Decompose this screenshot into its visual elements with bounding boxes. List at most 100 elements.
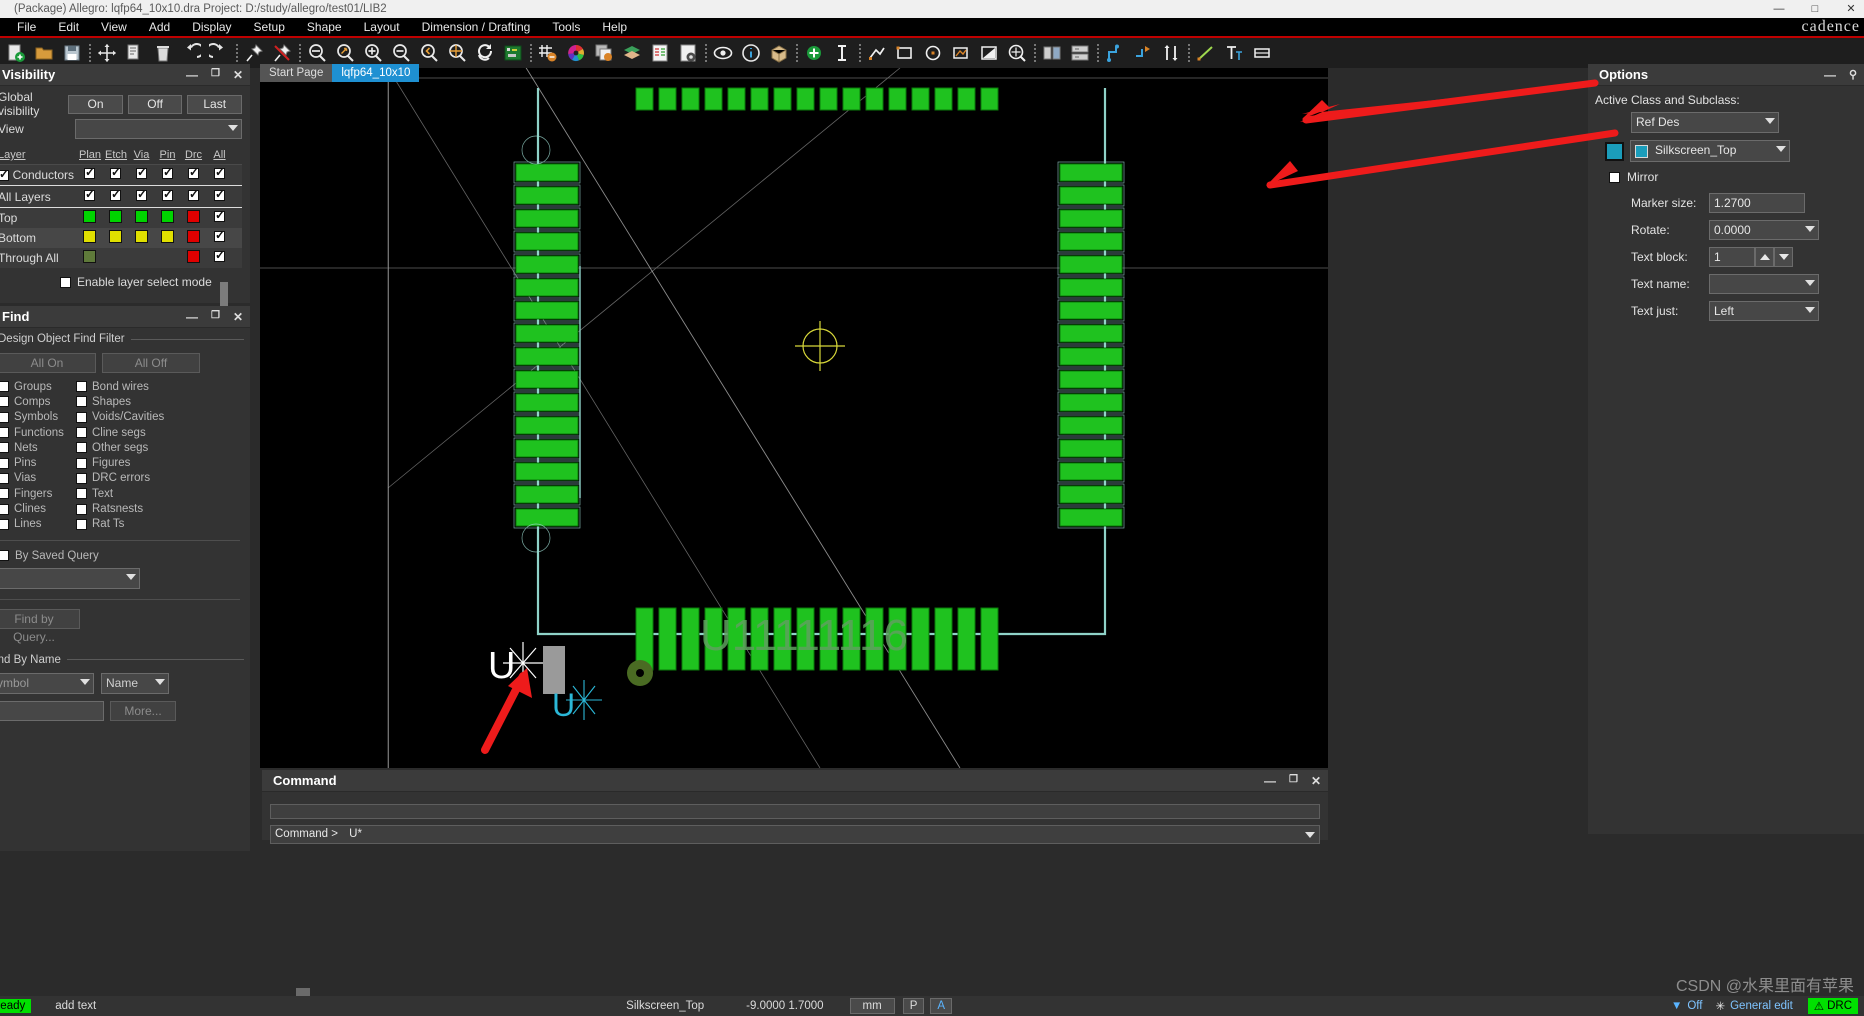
find-checkbox-nets[interactable] <box>0 442 9 453</box>
command-input-value[interactable]: U* <box>349 828 362 840</box>
find-minimize-icon[interactable]: — <box>186 310 198 324</box>
conductors-row-checkbox[interactable] <box>0 170 9 181</box>
find-checkbox-text[interactable] <box>76 488 87 499</box>
conductors-etch-check[interactable] <box>110 168 121 179</box>
vertex-icon[interactable] <box>1157 40 1185 66</box>
global-visibility-last-button[interactable]: Last <box>187 95 242 114</box>
find-item-voids-cavities[interactable]: Voids/Cavities <box>76 410 196 425</box>
top-all-check[interactable] <box>214 211 225 222</box>
route-connect-icon[interactable] <box>1101 40 1129 66</box>
draw-line-icon[interactable] <box>1192 40 1220 66</box>
bottom-plan-swatch[interactable] <box>83 230 96 243</box>
all-layers-drc-check[interactable] <box>188 190 199 201</box>
horizontal-scrollbar[interactable] <box>0 988 1864 996</box>
menu-item-display[interactable]: Display <box>181 18 242 36</box>
by-saved-query-checkbox[interactable] <box>0 550 9 561</box>
quickplace-icon[interactable] <box>1066 40 1094 66</box>
all-off-button[interactable]: All Off <box>102 353 200 373</box>
layer-row-bottom[interactable]: Bottom <box>0 228 242 248</box>
zoom-in-icon[interactable] <box>359 40 387 66</box>
find-close-icon[interactable]: ✕ <box>233 310 243 324</box>
col-all[interactable]: All <box>209 149 230 161</box>
menu-item-add[interactable]: Add <box>138 18 181 36</box>
find-checkbox-rat-ts[interactable] <box>76 519 87 530</box>
add-rect-icon[interactable] <box>891 40 919 66</box>
slide-icon[interactable] <box>1129 40 1157 66</box>
conductors-all-check[interactable] <box>214 168 225 179</box>
bottom-pin-swatch[interactable] <box>161 230 174 243</box>
subclass-visibility-icon[interactable] <box>590 40 618 66</box>
find-checkbox-cline-segs[interactable] <box>76 427 87 438</box>
text-block-input[interactable]: 1 <box>1709 247 1755 267</box>
mirror-checkbox[interactable] <box>1609 172 1620 183</box>
shape-fill-icon[interactable] <box>975 40 1003 66</box>
global-visibility-on-button[interactable]: On <box>68 95 123 114</box>
find-item-lines[interactable]: Lines <box>0 517 76 532</box>
find-checkbox-voids-cavities[interactable] <box>76 412 87 423</box>
maximize-icon[interactable]: □ <box>1808 0 1822 18</box>
add-shape-icon[interactable] <box>947 40 975 66</box>
find-item-drc-errors[interactable]: DRC errors <box>76 471 196 486</box>
conductors-pin-check[interactable] <box>162 168 173 179</box>
assembly-icon[interactable] <box>765 40 793 66</box>
col-via[interactable]: Via <box>131 149 152 161</box>
menu-item-shape[interactable]: Shape <box>296 18 353 36</box>
active-class-combo[interactable]: Ref Des <box>1631 112 1779 133</box>
visibility-restore-icon[interactable]: ❐ <box>211 68 220 82</box>
bottom-drc-swatch[interactable] <box>187 230 200 243</box>
menu-item-edit[interactable]: Edit <box>47 18 90 36</box>
find-checkbox-lines[interactable] <box>0 519 9 530</box>
find-checkbox-clines[interactable] <box>0 504 9 515</box>
tab-start-page[interactable]: Start Page <box>260 64 332 82</box>
zoom-by-points-icon[interactable] <box>331 40 359 66</box>
through-all-drc-swatch[interactable] <box>187 250 200 263</box>
zoom-fit-icon[interactable] <box>303 40 331 66</box>
status-drc-badge[interactable]: ⚠ DRC <box>1808 998 1858 1014</box>
find-checkbox-figures[interactable] <box>76 458 87 469</box>
text-tool-icon[interactable] <box>1220 40 1248 66</box>
subclass-combo[interactable]: Silkscreen_Top <box>1630 140 1790 162</box>
subclass-color-swatch[interactable] <box>1605 142 1624 161</box>
show-element-icon[interactable] <box>709 40 737 66</box>
zoom-previous-icon[interactable] <box>415 40 443 66</box>
command-minimize-icon[interactable]: — <box>1264 774 1276 788</box>
visibility-minimize-icon[interactable]: — <box>186 68 198 82</box>
find-item-symbols[interactable]: Symbols <box>0 410 76 425</box>
add-connect-icon[interactable] <box>800 40 828 66</box>
status-units-button[interactable]: mm <box>850 998 895 1014</box>
bottom-all-check[interactable] <box>214 231 225 242</box>
find-checkbox-pins[interactable] <box>0 458 9 469</box>
find-checkbox-fingers[interactable] <box>0 488 9 499</box>
board-view-icon[interactable] <box>499 40 527 66</box>
delete-icon[interactable] <box>149 40 177 66</box>
unpin-icon[interactable] <box>268 40 296 66</box>
tab-lqfp64-10x10[interactable]: lqfp64_10x10 <box>332 64 419 82</box>
report-icon[interactable] <box>646 40 674 66</box>
find-item-nets[interactable]: Nets <box>0 440 76 455</box>
top-plan-swatch[interactable] <box>83 210 96 223</box>
move-icon[interactable] <box>93 40 121 66</box>
add-text-icon[interactable] <box>828 40 856 66</box>
conductors-drc-check[interactable] <box>188 168 199 179</box>
all-layers-all-check[interactable] <box>214 190 225 201</box>
status-edit-mode[interactable]: General edit <box>1730 1000 1793 1012</box>
more-button[interactable]: More... <box>110 701 176 721</box>
find-checkbox-drc-errors[interactable] <box>76 473 87 484</box>
find-checkbox-comps[interactable] <box>0 396 9 407</box>
find-item-text[interactable]: Text <box>76 486 196 501</box>
shape-edit-icon[interactable] <box>1003 40 1031 66</box>
menu-item-layout[interactable]: Layout <box>353 18 411 36</box>
find-checkbox-bond-wires[interactable] <box>76 381 87 392</box>
layers-icon[interactable] <box>618 40 646 66</box>
options-pin-icon[interactable]: ⚲ <box>1849 68 1857 82</box>
close-icon[interactable]: ✕ <box>1844 0 1858 18</box>
menu-item-help[interactable]: Help <box>591 18 638 36</box>
save-icon[interactable] <box>58 40 86 66</box>
show-measure-icon[interactable] <box>737 40 765 66</box>
dimension-icon[interactable] <box>1248 40 1276 66</box>
find-item-bond-wires[interactable]: Bond wires <box>76 379 196 394</box>
all-on-button[interactable]: All On <box>0 353 96 373</box>
global-visibility-off-button[interactable]: Off <box>128 95 183 114</box>
saved-query-combo[interactable] <box>0 568 140 589</box>
status-pick-mode-button[interactable]: P <box>903 998 925 1014</box>
